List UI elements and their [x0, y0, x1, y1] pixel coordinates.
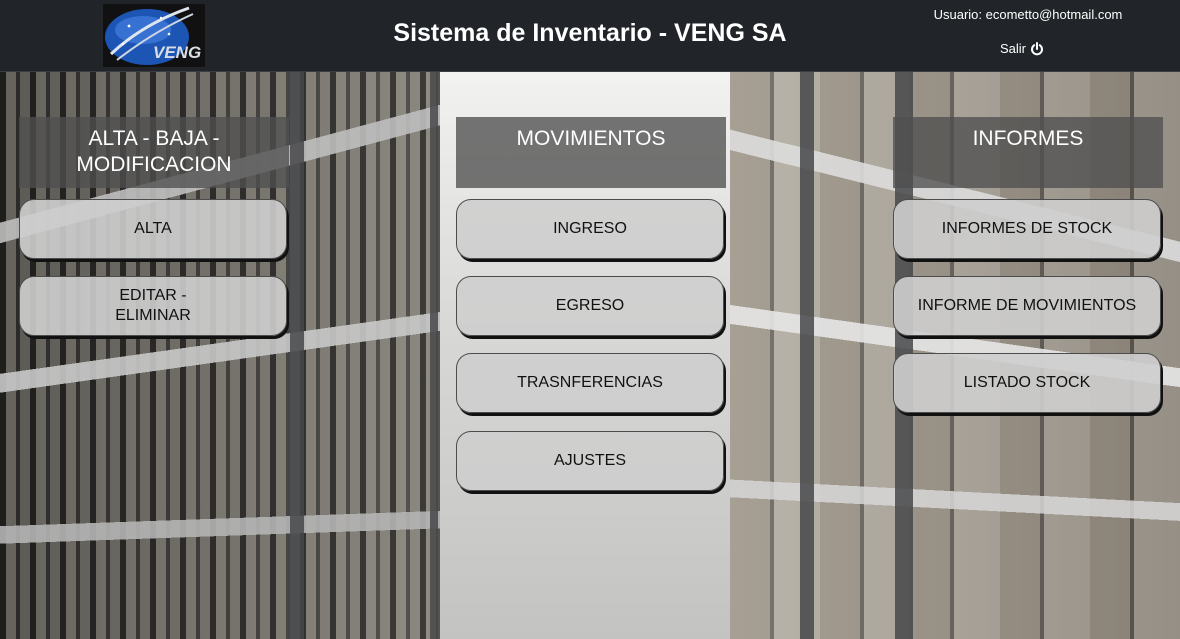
egreso-button[interactable]: EGRESO — [456, 276, 724, 336]
column-movimientos: MOVIMIENTOS INGRESO EGRESO TRASNFERENCIA… — [456, 117, 726, 491]
ajustes-button[interactable]: AJUSTES — [456, 431, 724, 491]
ingreso-button[interactable]: INGRESO — [456, 199, 724, 259]
column-title-informes: INFORMES — [893, 117, 1163, 188]
user-email-label: Usuario: ecometto@hotmail.com — [933, 7, 1123, 22]
informe-de-movimientos-button[interactable]: INFORME DE MOVIMIENTOS — [893, 276, 1161, 336]
editar-eliminar-button[interactable]: EDITAR - ELIMINAR — [19, 276, 287, 336]
listado-stock-button[interactable]: LISTADO STOCK — [893, 353, 1161, 413]
alta-button[interactable]: ALTA — [19, 199, 287, 259]
transferencias-button[interactable]: TRASNFERENCIAS — [456, 353, 724, 413]
background-shelf-upright — [290, 72, 304, 639]
informes-de-stock-button[interactable]: INFORMES DE STOCK — [893, 199, 1161, 259]
logout-label: Salir — [1000, 41, 1027, 56]
column-alta-baja-modificacion: ALTA - BAJA - MODIFICACION ALTA EDITAR -… — [19, 117, 289, 336]
background-shelf-upright — [430, 72, 438, 639]
background-shelf-upright — [800, 72, 814, 639]
column-title-alta: ALTA - BAJA - MODIFICACION — [19, 117, 289, 188]
top-header: VENG Sistema de Inventario - VENG SA Usu… — [0, 0, 1180, 72]
power-icon — [1030, 41, 1044, 56]
column-title-movimientos: MOVIMIENTOS — [456, 117, 726, 188]
column-informes: INFORMES INFORMES DE STOCK INFORME DE MO… — [893, 117, 1163, 413]
logout-link[interactable]: Salir — [1000, 41, 1044, 56]
